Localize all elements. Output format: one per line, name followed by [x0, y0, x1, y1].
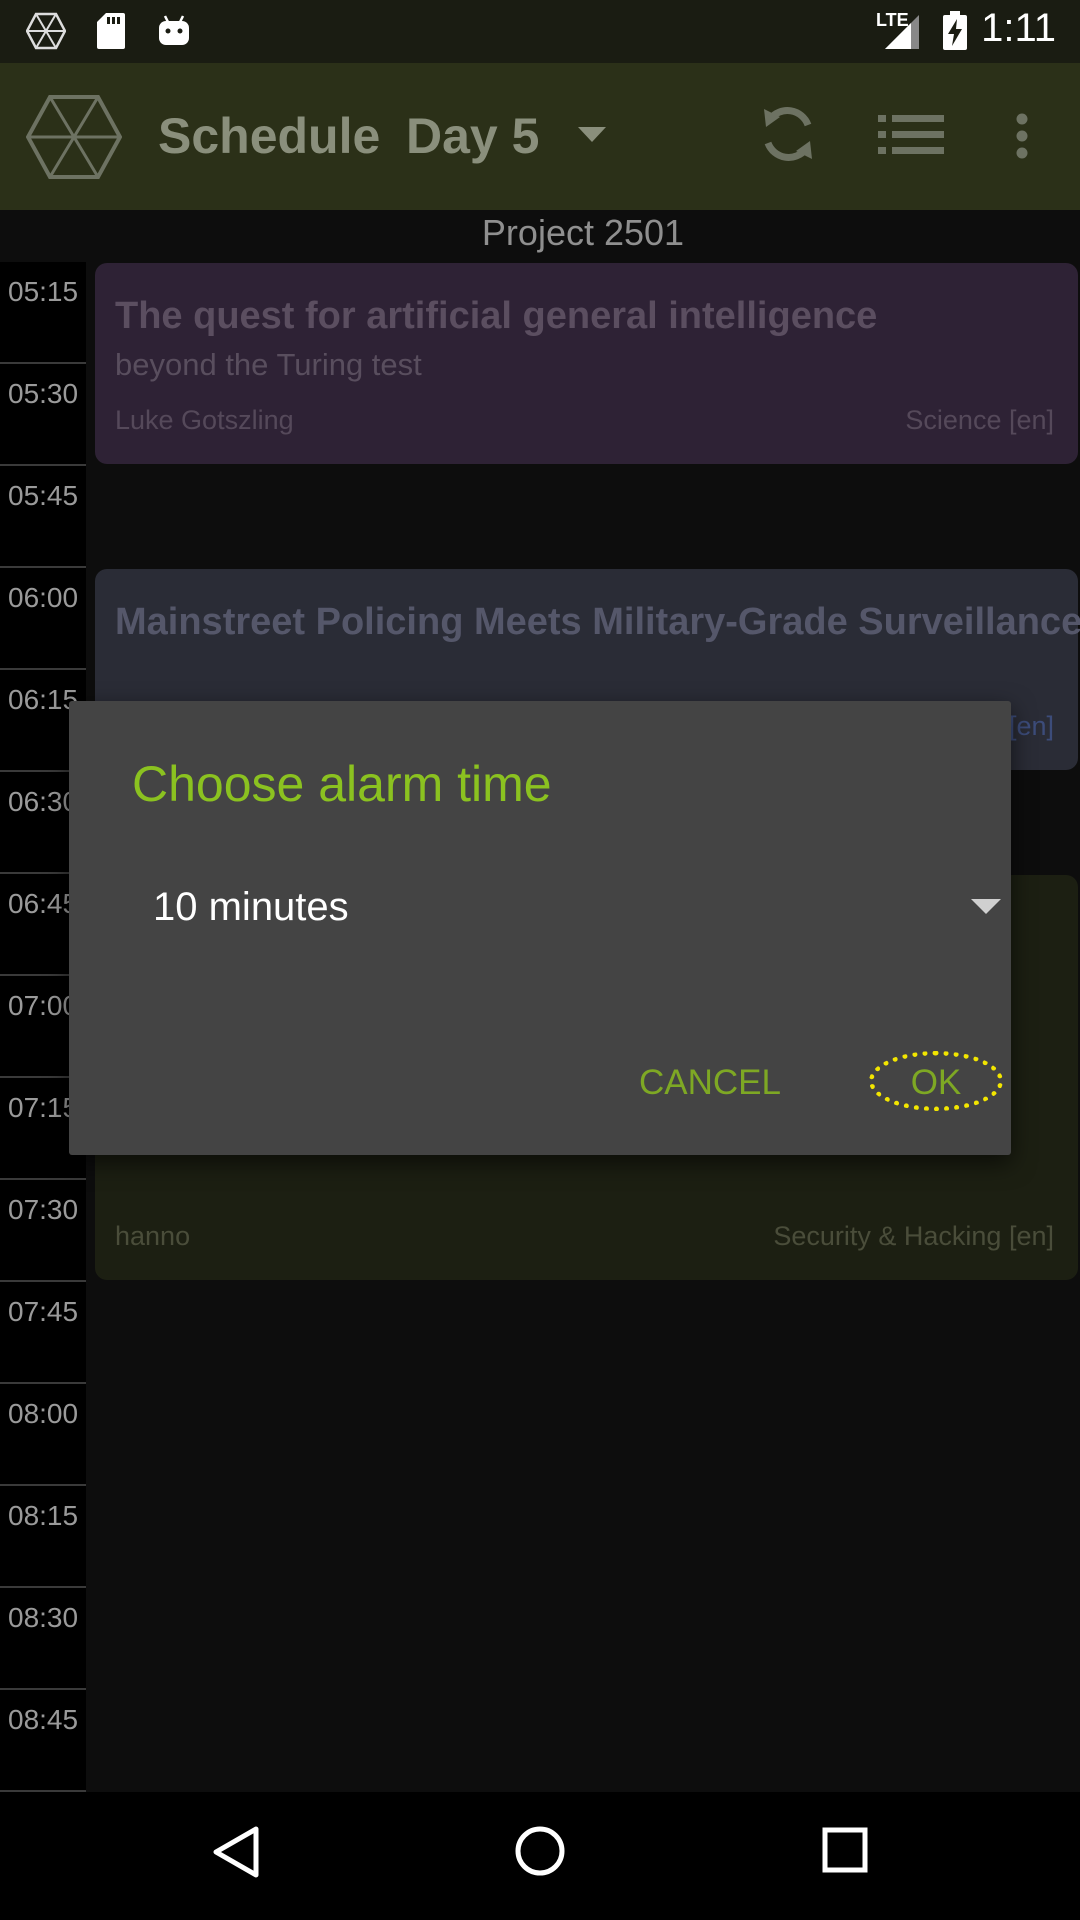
- ok-button[interactable]: OK: [869, 1051, 1003, 1111]
- time-slot: 08:00: [0, 1384, 86, 1486]
- status-bar: LTE 1:11: [0, 0, 1080, 63]
- overflow-menu-icon[interactable]: [1014, 113, 1030, 163]
- time-slot: 08:45: [0, 1690, 86, 1792]
- event-track: Science [en]: [905, 405, 1054, 435]
- home-icon[interactable]: [514, 1825, 566, 1881]
- dialog-title: Choose alarm time: [132, 756, 552, 812]
- time-slot: 05:45: [0, 466, 86, 568]
- clock: 1:11: [981, 6, 1056, 50]
- event-speaker: Luke Gotszling: [115, 405, 294, 435]
- cancel-button[interactable]: CANCEL: [639, 1063, 781, 1103]
- ok-button-label: OK: [910, 1063, 962, 1102]
- time-slot: 08:30: [0, 1588, 86, 1690]
- time-slot: 05:15: [0, 262, 86, 364]
- alarm-time-dialog: Choose alarm time 10 minutes CANCEL OK: [69, 701, 1011, 1155]
- refresh-icon[interactable]: [758, 103, 818, 169]
- event-title: Mainstreet Policing Meets Military-Grade…: [115, 601, 1080, 643]
- event-title: The quest for artificial general intelli…: [115, 295, 878, 337]
- android-icon: [156, 10, 192, 52]
- battery-charging-icon: [940, 10, 970, 52]
- alarm-time-spinner[interactable]: 10 minutes: [153, 869, 1033, 949]
- time-slot: 08:15: [0, 1486, 86, 1588]
- event-card[interactable]: The quest for artificial general intelli…: [95, 263, 1078, 464]
- sd-card-icon: [94, 10, 128, 52]
- spinner-selected-value: 10 minutes: [153, 885, 349, 929]
- back-icon[interactable]: [212, 1826, 260, 1882]
- time-slot: 07:45: [0, 1282, 86, 1384]
- time-slot: 06:00: [0, 568, 86, 670]
- list-view-icon[interactable]: [878, 115, 944, 159]
- chevron-down-icon: [971, 899, 1001, 919]
- time-slot: 05:30: [0, 364, 86, 466]
- dropdown-arrow-icon[interactable]: [578, 127, 606, 147]
- event-speaker: hanno: [115, 1221, 191, 1251]
- event-track: [en]: [1008, 711, 1054, 741]
- track-header: Project 2501: [481, 212, 685, 253]
- signal-icon: [880, 10, 922, 52]
- page-title: Schedule: [158, 108, 381, 164]
- event-subtitle: beyond the Turing test: [115, 347, 422, 382]
- recents-icon[interactable]: [822, 1827, 868, 1877]
- event-track: Security & Hacking [en]: [773, 1221, 1054, 1251]
- time-slot: 07:30: [0, 1180, 86, 1282]
- day-selector[interactable]: Day 5: [406, 107, 539, 165]
- app-logo-icon: [24, 10, 68, 52]
- navigation-bar: [0, 1792, 1080, 1920]
- app-logo-icon[interactable]: [25, 93, 123, 185]
